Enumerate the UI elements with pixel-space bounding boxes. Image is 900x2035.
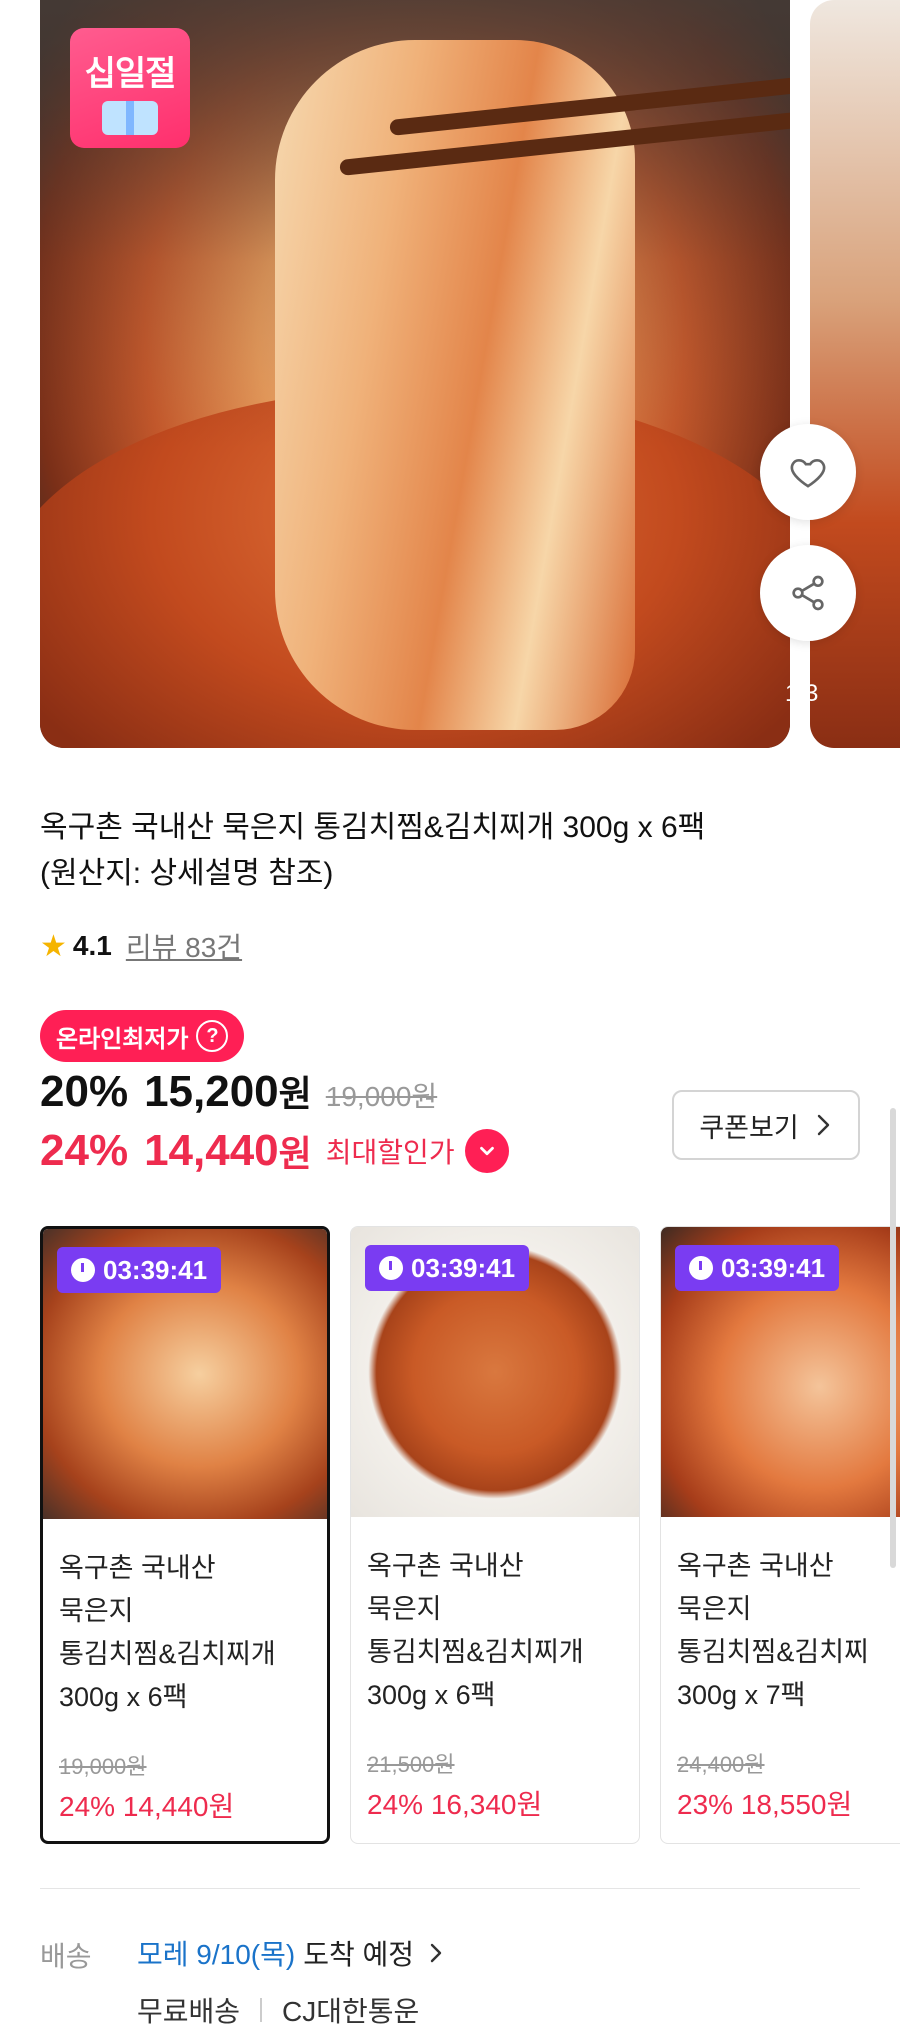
lowest-price-badge[interactable]: 온라인최저가 ?: [40, 1010, 245, 1062]
max-discount-row[interactable]: 24% 14,440 원 최대할인가: [40, 1125, 509, 1177]
discount-percent: 20%: [40, 1067, 129, 1116]
rating-summary: ★ 4.1 리뷰 83건: [40, 926, 242, 966]
coupon-button-label: 쿠폰보기: [699, 1112, 799, 1143]
help-icon[interactable]: ?: [196, 1020, 229, 1052]
option-sale-price: 23% 18,550원: [677, 1789, 853, 1820]
option-name: 옥구촌 국내산 묵은지 통김치찜&김치찌개 300g x 6팩: [59, 1553, 276, 1712]
wishlist-button[interactable]: [760, 424, 856, 520]
original-price: 19,000원: [325, 1081, 438, 1112]
shipping-label: 배송: [40, 1941, 92, 1972]
alarm-clock-icon: [689, 1256, 713, 1280]
share-icon: [792, 575, 824, 611]
product-image-gallery[interactable]: 십일절 1/3: [0, 0, 900, 750]
option-name: 옥구촌 국내산 묵은지 통김치찜&김치찌개 300g x 6팩: [367, 1551, 584, 1710]
product-title: 옥구촌 국내산 묵은지 통김치찜&김치찌개 300g x 6팩 (원산지: 상세…: [40, 805, 860, 897]
sale-price: 15,200: [144, 1067, 279, 1116]
option-sale-price: 24% 16,340원: [367, 1789, 543, 1820]
alarm-clock-icon: [379, 1256, 403, 1280]
rating-score: 4.1: [72, 930, 112, 961]
option-thumbnail: 03:39:41: [661, 1227, 900, 1517]
chevron-down-icon[interactable]: [464, 1129, 509, 1173]
chevron-right-icon: [817, 1114, 829, 1136]
star-icon: ★: [40, 929, 67, 963]
shipping-details: 무료배송 CJ대한통운: [137, 1990, 419, 2030]
currency-unit: 원: [278, 1073, 312, 1114]
option-sale-price: 24% 14,440원: [59, 1791, 235, 1822]
currency-unit: 원: [278, 1133, 312, 1174]
option-name: 옥구촌 국내산 묵은지 통김치찜&김치찌 300g x 7팩: [677, 1551, 869, 1710]
separator: [260, 1998, 263, 2022]
view-coupon-button[interactable]: 쿠폰보기: [672, 1090, 860, 1160]
option-original-price: 24,400원: [677, 1752, 765, 1777]
section-divider: [40, 1888, 860, 1889]
countdown-timer: 03:39:41: [365, 1245, 530, 1291]
chevron-right-icon: [430, 1943, 442, 1963]
delivery-arrival-text: 도착 예정: [303, 1939, 415, 1970]
countdown-time: 03:39:41: [721, 1252, 826, 1283]
max-discount-price: 14,440: [144, 1126, 279, 1175]
event-badge-text: 십일절: [84, 55, 177, 93]
option-original-price: 21,500원: [367, 1752, 455, 1777]
alarm-clock-icon: [71, 1258, 95, 1282]
max-discount-label: 최대할인가: [325, 1137, 455, 1168]
countdown-timer: 03:39:41: [57, 1247, 222, 1293]
product-origin-line: (원산지: 상세설명 참조): [40, 857, 334, 890]
option-card-list[interactable]: 03:39:41 옥구촌 국내산 묵은지 통김치찜&김치찌개 300g x 6팩…: [40, 1226, 900, 1846]
reviews-link[interactable]: 리뷰 83건: [126, 926, 242, 966]
countdown-timer: 03:39:41: [675, 1245, 840, 1291]
delivery-estimate-link[interactable]: 모레 9/10(목) 도착 예정: [137, 1933, 444, 1973]
countdown-time: 03:39:41: [103, 1254, 208, 1285]
option-card[interactable]: 03:39:41 옥구촌 국내산 묵은지 통김치찜&김치찌 300g x 7팩 …: [660, 1226, 900, 1844]
gift-icon: [102, 101, 158, 135]
countdown-time: 03:39:41: [411, 1252, 516, 1283]
free-shipping-text: 무료배송: [137, 1996, 241, 2027]
lowest-price-label: 온라인최저가: [56, 1025, 189, 1053]
option-thumbnail: 03:39:41: [43, 1229, 327, 1519]
option-thumbnail: 03:39:41: [351, 1227, 639, 1517]
sale-price-row: 20% 15,200 원 19,000원: [40, 1065, 437, 1117]
delivery-date: 모레 9/10(목): [137, 1939, 296, 1970]
event-badge: 십일절: [70, 28, 190, 148]
carrier-name: CJ대한통운: [282, 1996, 420, 2027]
image-page-indicator: 1/3: [785, 680, 819, 707]
max-discount-percent: 24%: [40, 1126, 129, 1175]
page-scrollbar[interactable]: [890, 1108, 896, 1568]
heart-icon: [790, 458, 826, 488]
share-button[interactable]: [760, 545, 856, 641]
option-original-price: 19,000원: [59, 1754, 147, 1779]
option-card[interactable]: 03:39:41 옥구촌 국내산 묵은지 통김치찜&김치찌개 300g x 6팩…: [40, 1226, 330, 1844]
option-card[interactable]: 03:39:41 옥구촌 국내산 묵은지 통김치찜&김치찌개 300g x 6팩…: [350, 1226, 640, 1844]
product-title-line: 옥구촌 국내산 묵은지 통김치찜&김치찌개 300g x 6팩: [40, 811, 706, 844]
